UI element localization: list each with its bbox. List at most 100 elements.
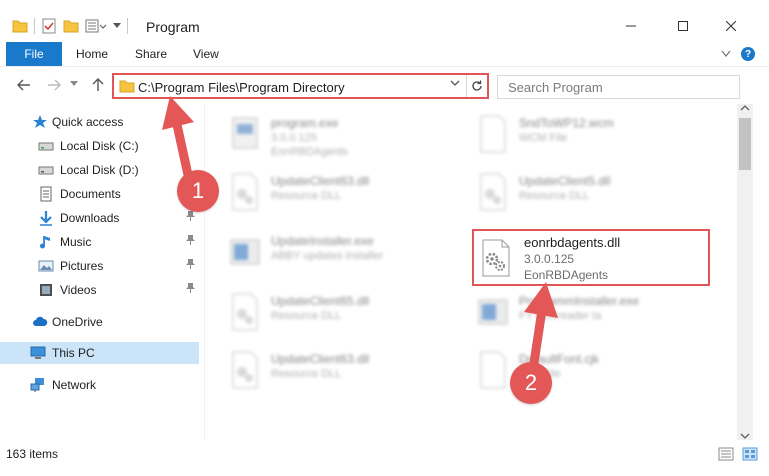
network-icon <box>30 378 44 392</box>
sidebar-item-label: Downloads <box>60 211 120 225</box>
list-item[interactable]: UpdateClient5.dll Resource DLL <box>477 168 713 218</box>
pin-icon[interactable] <box>186 283 195 293</box>
pin-icon[interactable] <box>186 259 195 269</box>
sidebar-item-label: Network <box>52 378 97 392</box>
file-detail: EonRBDAgents <box>271 146 349 158</box>
sidebar-item-this-pc[interactable]: This PC <box>0 342 199 364</box>
file-name: program.exe <box>271 116 339 130</box>
tab-share[interactable]: Share <box>135 47 167 61</box>
file-detail: Resource DLL <box>271 310 342 322</box>
folder-icon <box>12 20 28 33</box>
quick-access-toolbar <box>12 18 128 34</box>
help-icon[interactable]: ? <box>741 47 755 61</box>
file-name: UpdateClient5.dll <box>519 174 611 188</box>
file-version: 3.0.0.125 <box>524 252 575 266</box>
documents-icon <box>40 186 52 202</box>
separator <box>127 18 128 34</box>
dll-file-icon <box>232 173 258 211</box>
minimize-button[interactable] <box>608 14 654 38</box>
scroll-up-icon[interactable] <box>740 104 750 112</box>
tab-home[interactable]: Home <box>76 47 108 61</box>
computer-icon <box>30 346 46 359</box>
file-detail: Resource DLL <box>271 190 342 202</box>
sidebar-item-downloads[interactable]: Downloads <box>0 207 199 229</box>
dll-file-icon <box>482 239 510 277</box>
exe-file-icon <box>232 117 258 149</box>
customize-toolbar-icon[interactable] <box>85 19 107 33</box>
dll-file-icon <box>480 173 506 211</box>
file-name: SndToWP12.wcm <box>519 116 614 130</box>
file-name: UpdateInstaller.exe <box>271 234 374 248</box>
sidebar-item-label: Quick access <box>52 115 124 129</box>
download-icon <box>40 211 52 226</box>
tab-view[interactable]: View <box>193 47 219 61</box>
pictures-icon <box>38 260 54 272</box>
sidebar-item-label: Documents <box>60 187 121 201</box>
list-item[interactable]: UpdateClient65.dll Resource DLL <box>229 288 465 338</box>
exe-file-icon <box>478 299 508 325</box>
sidebar-item-label: This PC <box>52 346 95 360</box>
drive-icon <box>38 142 54 151</box>
scroll-down-icon[interactable] <box>740 432 750 440</box>
list-item[interactable]: ProgrammInstaller.exe FY Finereader ta <box>477 288 713 338</box>
file-detail: ABBY updates installer <box>271 250 384 262</box>
sidebar-item-onedrive[interactable]: OneDrive <box>0 311 199 333</box>
refresh-button[interactable] <box>466 75 487 97</box>
close-button[interactable] <box>708 14 754 38</box>
cloud-icon <box>33 316 48 326</box>
scrollbar-thumb[interactable] <box>739 118 751 170</box>
file-name: UpdateClient65.dll <box>271 294 370 308</box>
dll-file-icon <box>232 293 258 331</box>
list-item[interactable]: UpdateClient63.dll Resource DLL <box>229 346 465 396</box>
search-input[interactable]: Search Program <box>497 75 740 99</box>
sidebar-item-videos[interactable]: Videos <box>0 279 199 301</box>
star-icon <box>33 115 47 128</box>
list-item[interactable]: UpdateInstaller.exe ABBY updates install… <box>229 228 465 278</box>
file-name: UpdateClient63.dll <box>271 352 370 366</box>
chevron-down-icon[interactable] <box>113 23 121 29</box>
up-arrow-icon[interactable] <box>90 77 106 93</box>
status-bar: 163 items <box>0 440 769 476</box>
sidebar-item-label: Music <box>60 235 92 249</box>
details-view-icon[interactable] <box>718 447 734 461</box>
item-count: 163 items <box>6 447 59 461</box>
large-icons-view-icon[interactable] <box>742 447 758 461</box>
tab-file[interactable]: File <box>6 42 62 66</box>
back-arrow-icon[interactable] <box>16 77 32 93</box>
sidebar-item-label: Videos <box>60 283 97 297</box>
step-badge-1: 1 <box>177 170 219 212</box>
vertical-scrollbar[interactable] <box>737 104 753 440</box>
list-item[interactable]: program.exe 3.0.0.125 EonRBDAgents <box>229 110 465 160</box>
maximize-icon <box>678 21 688 31</box>
file-name: UpdateClient63.dll <box>271 174 370 188</box>
maximize-button[interactable] <box>660 14 706 38</box>
sidebar-item-pictures[interactable]: Pictures <box>0 255 199 277</box>
expand-ribbon-icon[interactable] <box>721 50 731 58</box>
sidebar-item-music[interactable]: Music <box>0 231 199 253</box>
sidebar-item-label: Pictures <box>60 259 104 273</box>
pin-icon[interactable] <box>186 235 195 245</box>
dll-file-icon <box>232 351 258 389</box>
properties-icon[interactable] <box>41 18 57 34</box>
folder-icon <box>119 80 135 93</box>
chevron-down-icon[interactable] <box>450 79 460 87</box>
list-item[interactable]: SndToWP12.wcm WCM File <box>477 110 713 160</box>
pin-icon[interactable] <box>186 211 195 221</box>
file-detail: Resource DLL <box>271 368 342 380</box>
file-detail: 3.0.0.125 <box>271 132 317 144</box>
window-title: Program <box>146 19 200 35</box>
list-item[interactable]: UpdateClient63.dll Resource DLL <box>229 168 465 218</box>
exe-file-icon <box>230 239 260 265</box>
new-folder-icon[interactable] <box>63 19 79 33</box>
forward-arrow-icon[interactable] <box>46 77 62 93</box>
highlighted-file-eonrbdagents[interactable]: eonrbdagents.dll 3.0.0.125 EonRBDAgents <box>472 229 710 286</box>
file-name: eonrbdagents.dll <box>524 235 621 250</box>
sidebar-item-network[interactable]: Network <box>0 374 199 396</box>
videos-icon <box>40 284 52 296</box>
step-badge-2: 2 <box>510 362 552 404</box>
recent-locations-icon[interactable] <box>70 81 78 87</box>
close-icon <box>726 21 736 31</box>
sidebar-item-label: Local Disk (D:) <box>60 163 139 177</box>
generic-file-icon <box>480 115 506 153</box>
ribbon-controls: ? <box>721 47 755 61</box>
